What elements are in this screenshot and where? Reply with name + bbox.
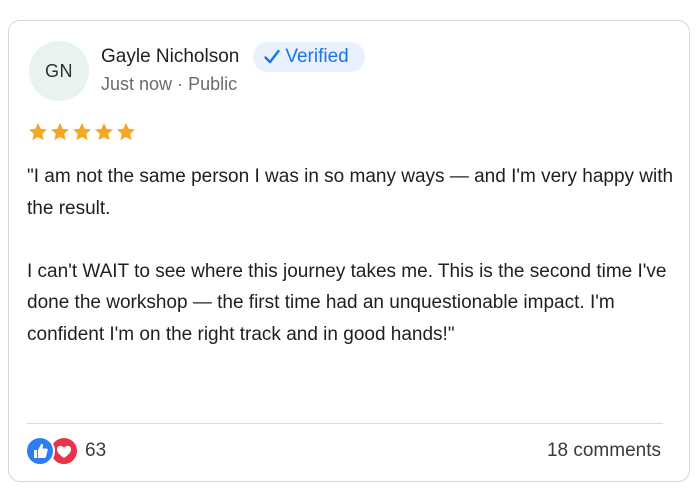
review-text: "I am not the same person I was in so ma… [27,161,677,350]
author-row: Gayle Nicholson Verified [101,41,365,73]
verified-label: Verified [285,46,349,67]
star-icon [73,123,91,141]
star-icon [95,123,113,141]
check-icon [264,49,281,64]
star-icon [117,123,135,141]
post-visibility: Public [188,74,238,94]
verified-badge: Verified [253,42,365,72]
star-icon [29,123,47,141]
post-time[interactable]: Just now [101,74,172,94]
review-card: GN Gayle Nicholson Verified Just now · P… [8,20,690,482]
like-icon [25,436,55,466]
reaction-count: 63 [85,440,107,461]
reaction-icons [25,436,79,466]
review-paragraph: "I am not the same person I was in so ma… [27,166,674,219]
star-icon [51,123,69,141]
avatar-initials: GN [45,60,73,81]
star-rating [27,121,137,143]
author-name[interactable]: Gayle Nicholson [101,46,239,68]
reactions-summary[interactable]: 63 [25,436,107,466]
avatar[interactable]: GN [29,41,89,101]
comments-link[interactable]: 18 comments [547,436,661,466]
review-paragraph: I can't WAIT to see where this journey t… [27,260,667,345]
footer-divider [27,423,663,424]
meta-separator: · [177,74,184,94]
post-meta: Just now · Public [101,74,237,95]
